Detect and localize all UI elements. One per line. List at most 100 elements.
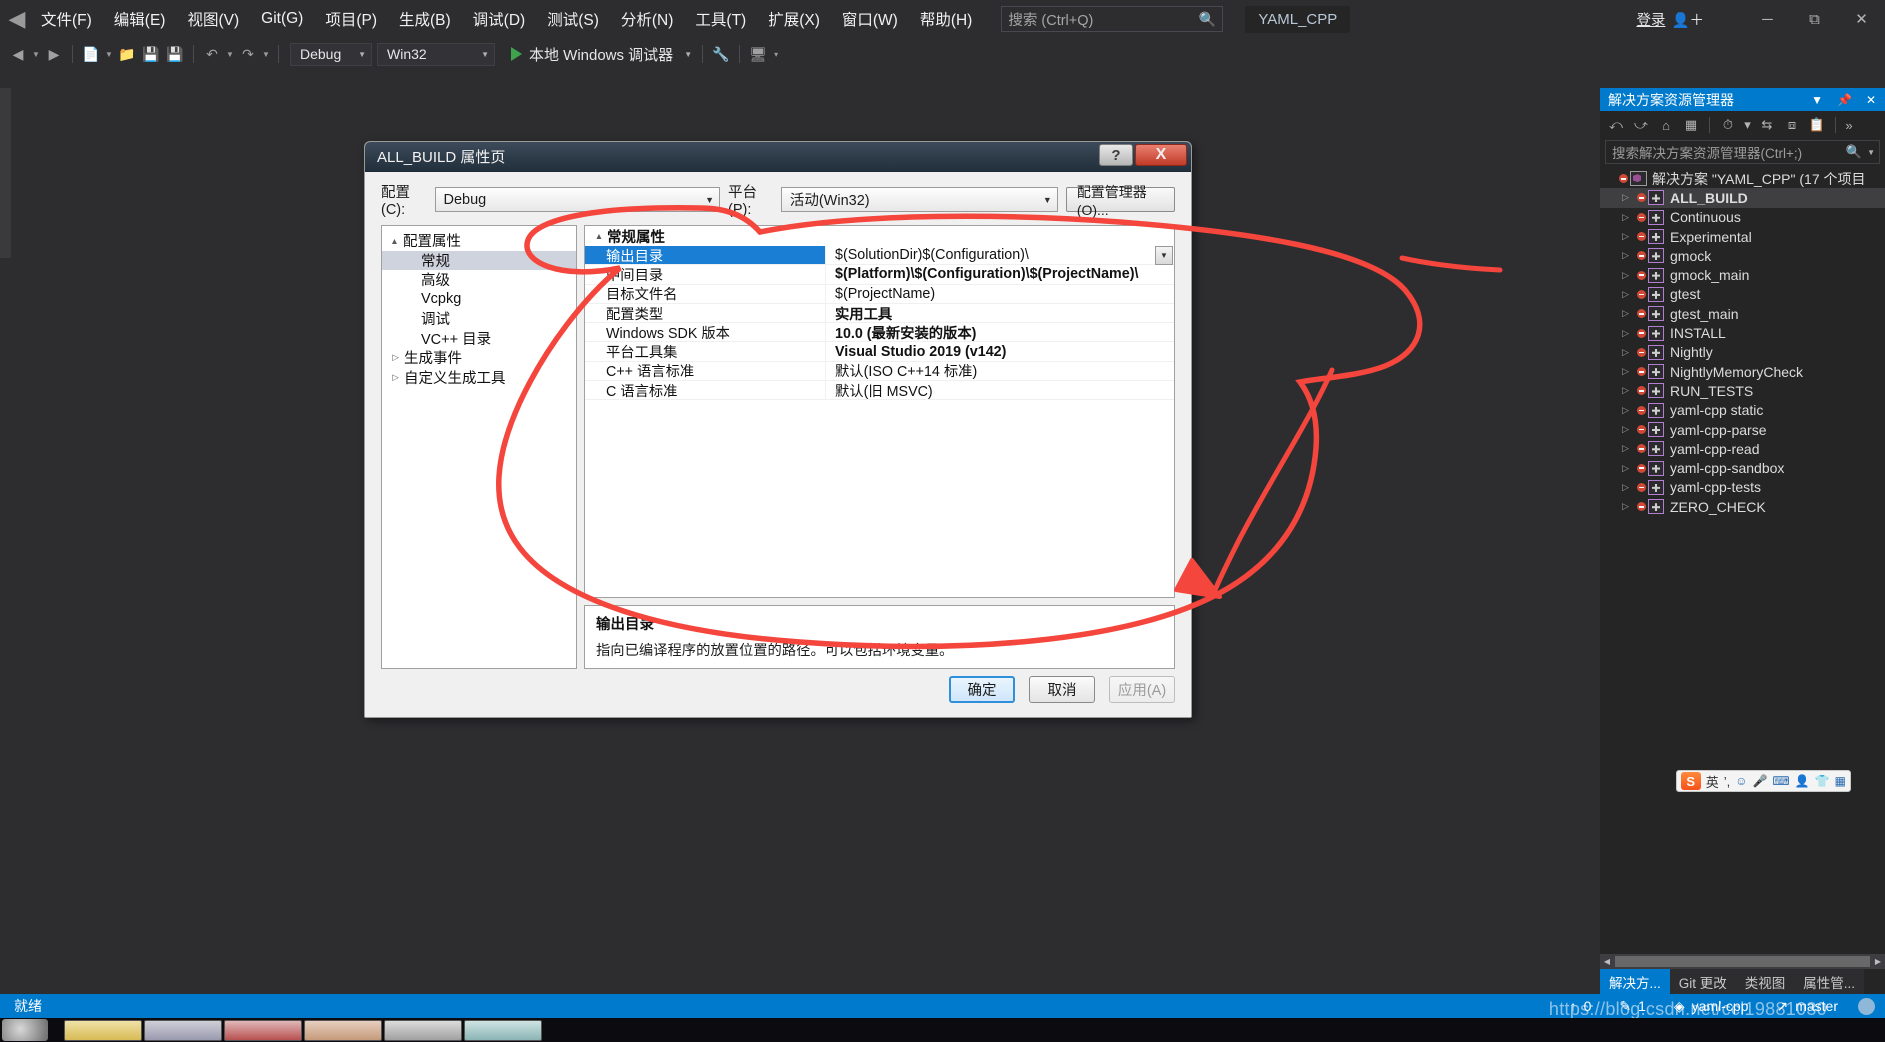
properties-icon[interactable]: 📋	[1806, 114, 1828, 136]
status-repository[interactable]: ◈ yaml-cpp	[1660, 998, 1763, 1015]
forward-icon[interactable]: ⤻	[1630, 114, 1652, 136]
property-value[interactable]: 10.0 (最新安装的版本)	[825, 323, 1174, 341]
redo-dropdown-icon[interactable]: ▼	[260, 50, 272, 59]
dialog-close-button[interactable]: X	[1135, 144, 1187, 166]
tree-item-yaml-cpp-sandbox[interactable]: ▷ yaml-cpp-sandbox	[1600, 458, 1885, 477]
expander-icon[interactable]: ▷	[387, 372, 404, 383]
expander-icon[interactable]: ▲	[386, 236, 403, 246]
tree-item-Continuous[interactable]: ▷ Continuous	[1600, 208, 1885, 227]
solution-explorer-horizontal-scrollbar[interactable]: ◀ ▶	[1600, 954, 1885, 969]
expander-icon[interactable]: ▷	[1622, 270, 1637, 281]
close-button[interactable]: ✕	[1838, 0, 1885, 38]
menu-view[interactable]: 视图(V)	[176, 4, 250, 34]
tab-property-manager[interactable]: 属性管...	[1794, 969, 1864, 994]
live-share-icon[interactable]: 🖥	[746, 42, 770, 66]
expander-icon[interactable]: ▷	[1622, 443, 1637, 454]
solution-view-icon[interactable]: ▦	[1680, 114, 1702, 136]
property-value[interactable]: 默认(ISO C++14 标准)	[825, 362, 1174, 380]
expander-icon[interactable]: ▲	[591, 231, 607, 241]
tree-item-yaml-cpp-static[interactable]: ▷ yaml-cpp static	[1600, 401, 1885, 420]
property-row-target-name[interactable]: 目标文件名 $(ProjectName)	[585, 285, 1174, 304]
solution-platform-combo[interactable]: Win32 ▼	[377, 43, 495, 66]
menu-debug[interactable]: 调试(D)	[462, 4, 537, 34]
menu-help[interactable]: 帮助(H)	[909, 4, 984, 34]
start-button-icon[interactable]	[2, 1019, 48, 1041]
expander-icon[interactable]: ▷	[387, 352, 404, 363]
tree-item-gtest[interactable]: ▷ gtest	[1600, 285, 1885, 304]
navigate-backward-dropdown-icon[interactable]: ▼	[30, 50, 42, 59]
tree-item-Nightly[interactable]: ▷ Nightly	[1600, 343, 1885, 362]
tree-item-gmock[interactable]: ▷ gmock	[1600, 246, 1885, 265]
property-group-header[interactable]: ▲ 常规属性	[585, 226, 1174, 246]
apply-button[interactable]: 应用(A)	[1109, 676, 1175, 703]
expander-icon[interactable]: ▷	[1622, 424, 1637, 435]
property-row-configuration-type[interactable]: 配置类型 实用工具	[585, 304, 1174, 323]
cancel-button[interactable]: 取消	[1029, 676, 1095, 703]
category-custom-build-tool[interactable]: ▷ 自定义生成工具	[382, 368, 576, 388]
expander-icon[interactable]: ▷	[1622, 501, 1637, 512]
home-icon[interactable]: ⌂	[1655, 114, 1677, 136]
restore-button[interactable]: ⧉	[1791, 0, 1838, 38]
start-debugging-button[interactable]: 本地 Windows 调试器 ▼	[507, 42, 696, 67]
navigate-forward-icon[interactable]: ▶	[42, 42, 66, 66]
tree-item-ALL_BUILD[interactable]: ▷ ALL_BUILD	[1600, 188, 1885, 207]
menu-analyze[interactable]: 分析(N)	[610, 4, 685, 34]
close-icon[interactable]: ✕	[1862, 93, 1880, 107]
expander-icon[interactable]: ▷	[1622, 308, 1637, 319]
tree-item-RUN_TESTS[interactable]: ▷ RUN_TESTS	[1600, 381, 1885, 400]
new-item-icon[interactable]: 📄	[79, 42, 103, 66]
chevron-down-icon[interactable]: ▼	[684, 50, 692, 59]
pending-changes-icon[interactable]: ⏱	[1717, 114, 1739, 136]
property-value[interactable]: $(SolutionDir)$(Configuration)\	[825, 246, 1174, 264]
tree-item-Experimental[interactable]: ▷ Experimental	[1600, 227, 1885, 246]
scroll-left-icon[interactable]: ◀	[1600, 957, 1614, 966]
menu-git[interactable]: Git(G)	[250, 6, 314, 32]
solution-explorer-search-input[interactable]: 搜索解决方案资源管理器(Ctrl+;) 🔍 ▼	[1605, 140, 1880, 164]
menu-project[interactable]: 项目(P)	[314, 4, 388, 34]
property-value-dropdown-button[interactable]: ▼	[1155, 246, 1173, 265]
tree-item-yaml-cpp-read[interactable]: ▷ yaml-cpp-read	[1600, 439, 1885, 458]
tree-item-yaml-cpp-tests[interactable]: ▷ yaml-cpp-tests	[1600, 478, 1885, 497]
menu-extensions[interactable]: 扩展(X)	[757, 4, 831, 34]
expander-icon[interactable]: ▷	[1622, 328, 1637, 339]
tree-item-INSTALL[interactable]: ▷ INSTALL	[1600, 323, 1885, 342]
ime-mode-label[interactable]: 英	[1706, 772, 1719, 791]
category-debugging[interactable]: 调试	[382, 309, 576, 329]
soft-keyboard-icon[interactable]: ⌨	[1772, 774, 1789, 788]
menu-edit[interactable]: 编辑(E)	[103, 4, 177, 34]
toolbox-icon[interactable]: ▦	[1835, 774, 1846, 788]
tab-class-view[interactable]: 类视图	[1736, 969, 1795, 994]
tree-item-gmock_main[interactable]: ▷ gmock_main	[1600, 265, 1885, 284]
expander-icon[interactable]: ▷	[1622, 463, 1637, 474]
status-outgoing-commits[interactable]: ↑ 0	[1556, 998, 1606, 1014]
help-button[interactable]: ?	[1099, 144, 1133, 166]
expander-icon[interactable]: ▷	[1622, 231, 1637, 242]
tab-git-changes[interactable]: Git 更改	[1670, 969, 1736, 994]
property-row-cpp-language-standard[interactable]: C++ 语言标准 默认(ISO C++14 标准)	[585, 362, 1174, 381]
expander-icon[interactable]: ▷	[1622, 482, 1637, 493]
expander-icon[interactable]: ▷	[1622, 385, 1637, 396]
pin-icon[interactable]: 📌	[1833, 93, 1856, 107]
toolbar-overflow-icon[interactable]: ▾	[770, 50, 782, 59]
property-row-windows-sdk-version[interactable]: Windows SDK 版本 10.0 (最新安装的版本)	[585, 323, 1174, 342]
property-value[interactable]: Visual Studio 2019 (v142)	[825, 342, 1174, 360]
category-advanced[interactable]: 高级	[382, 270, 576, 290]
configuration-combo[interactable]: Debug ▼	[435, 187, 721, 212]
taskbar-item[interactable]	[464, 1020, 542, 1041]
skin-icon[interactable]: 👕	[1815, 774, 1830, 788]
build-icon[interactable]: 🔧	[709, 42, 733, 66]
sogou-logo-icon[interactable]: S	[1681, 772, 1701, 790]
menu-build[interactable]: 生成(B)	[388, 4, 462, 34]
undo-icon[interactable]: ↶	[200, 42, 224, 66]
undo-dropdown-icon[interactable]: ▼	[224, 50, 236, 59]
expander-icon[interactable]: ▷	[1622, 192, 1637, 203]
collapse-all-icon[interactable]: ⧈	[1781, 114, 1803, 136]
tree-item-yaml-cpp-parse[interactable]: ▷ yaml-cpp-parse	[1600, 420, 1885, 439]
sync-icon[interactable]: ⇆	[1756, 114, 1778, 136]
taskbar-item[interactable]	[304, 1020, 382, 1041]
microphone-icon[interactable]: 🎤	[1752, 774, 1767, 788]
category-build-events[interactable]: ▷ 生成事件	[382, 348, 576, 368]
expander-icon[interactable]: ▷	[1622, 212, 1637, 223]
taskbar-item[interactable]	[144, 1020, 222, 1041]
category-configuration-properties[interactable]: ▲ 配置属性	[382, 231, 576, 251]
